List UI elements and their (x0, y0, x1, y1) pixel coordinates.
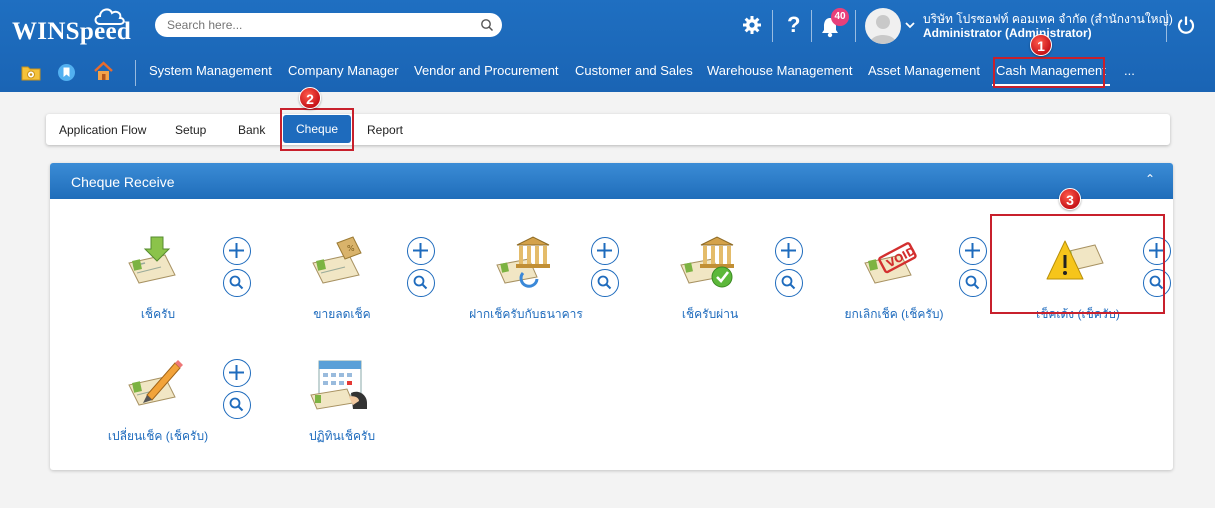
panel-header[interactable]: Cheque Receive ⌃ (50, 163, 1173, 199)
cheque-discount-icon[interactable]: % (309, 233, 369, 289)
plus-icon (229, 243, 244, 258)
cheque-void-icon[interactable]: VOID (861, 233, 921, 289)
magnifier-icon (781, 275, 796, 290)
cheque-calendar-icon[interactable] (309, 355, 369, 411)
magnifier-icon (229, 397, 244, 412)
add-button[interactable] (959, 237, 987, 265)
search-box[interactable] (155, 13, 502, 37)
add-button[interactable] (407, 237, 435, 265)
tab-application-flow[interactable]: Application Flow (59, 123, 146, 137)
menu-item-cheque-receive: เช็ครับ (75, 213, 260, 323)
plus-icon (413, 243, 428, 258)
cheque-change-icon[interactable] (125, 355, 185, 411)
magnifier-icon (229, 275, 244, 290)
folder-icon[interactable] (21, 64, 41, 82)
chevron-down-icon[interactable] (905, 21, 915, 29)
menu-item-label[interactable]: ฝากเช็ครับกับธนาคาร (443, 305, 609, 324)
magnifier-icon (965, 275, 980, 290)
power-icon[interactable] (1176, 15, 1196, 35)
cheque-receive-panel: Cheque Receive ⌃ เช็ครับ % ขายลดเช็ค ฝาก… (50, 163, 1173, 470)
plus-icon (229, 365, 244, 380)
add-button[interactable] (775, 237, 803, 265)
nav-vendor-and-procurement[interactable]: Vendor and Procurement (414, 64, 559, 86)
gear-icon[interactable] (742, 15, 762, 35)
menu-item-cheque-void: VOID ยกเลิกเช็ค (เช็ครับ) (811, 213, 996, 323)
nav-warehouse-management[interactable]: Warehouse Management (707, 64, 853, 86)
annotation-badge-3: 3 (1059, 188, 1081, 210)
user-role: Administrator (Administrator) (923, 26, 1092, 40)
tab-bank[interactable]: Bank (238, 123, 265, 137)
nav-asset-management[interactable]: Asset Management (868, 64, 980, 86)
bookmark-icon[interactable] (57, 63, 76, 82)
search-button[interactable] (407, 269, 435, 297)
add-button[interactable] (223, 359, 251, 387)
magnifier-icon (597, 275, 612, 290)
notification-badge: 40 (831, 8, 849, 26)
collapse-icon[interactable]: ⌃ (1145, 172, 1155, 186)
menu-item-cheque-calendar: ปฏิทินเช็ครับ (259, 335, 444, 445)
panel-title: Cheque Receive (71, 174, 175, 190)
home-icon[interactable] (93, 61, 114, 81)
search-button[interactable] (223, 269, 251, 297)
avatar[interactable] (865, 8, 901, 44)
menu-item-cheque-deposit: ฝากเช็ครับกับธนาคาร (443, 213, 628, 323)
help-icon[interactable]: ? (787, 12, 800, 38)
cheque-pass-icon[interactable] (677, 233, 737, 289)
cheque-receive-icon[interactable] (125, 233, 185, 289)
add-button[interactable] (591, 237, 619, 265)
menu-item-label[interactable]: ยกเลิกเช็ค (เช็ครับ) (811, 305, 977, 324)
menu-item-label[interactable]: เปลี่ยนเช็ค (เช็ครับ) (75, 427, 241, 446)
menu-item-label[interactable]: เช็ครับ (75, 305, 241, 324)
annotation-badge-2: 2 (299, 87, 321, 109)
search-icon[interactable] (480, 18, 494, 32)
tab-setup[interactable]: Setup (175, 123, 206, 137)
annotation-box-3 (990, 214, 1165, 314)
search-input[interactable] (167, 18, 467, 32)
menu-item-cheque-change: เปลี่ยนเช็ค (เช็ครับ) (75, 335, 260, 445)
menu-item-cheque-pass: เช็ครับผ่าน (627, 213, 812, 323)
plus-icon (965, 243, 980, 258)
sub-tab-bar: Application Flow Setup Bank Cheque Repor… (46, 114, 1170, 145)
search-button[interactable] (591, 269, 619, 297)
annotation-box-1 (993, 57, 1105, 88)
search-button[interactable] (775, 269, 803, 297)
search-button[interactable] (959, 269, 987, 297)
add-button[interactable] (223, 237, 251, 265)
annotation-badge-1: 1 (1030, 34, 1052, 56)
menu-item-cheque-discount: % ขายลดเช็ค (259, 213, 444, 323)
magnifier-icon (413, 275, 428, 290)
menu-item-label[interactable]: ขายลดเช็ค (259, 305, 425, 324)
menu-item-label[interactable]: ปฏิทินเช็ครับ (259, 427, 425, 446)
tab-report[interactable]: Report (367, 123, 403, 137)
nav-more[interactable]: ... (1124, 64, 1135, 86)
cloud-logo-icon (94, 8, 125, 25)
cheque-deposit-icon[interactable] (493, 233, 553, 289)
nav-company-manager[interactable]: Company Manager (288, 64, 399, 86)
search-button[interactable] (223, 391, 251, 419)
annotation-box-2 (280, 108, 354, 151)
nav-system-management[interactable]: System Management (149, 64, 272, 86)
nav-customer-and-sales[interactable]: Customer and Sales (575, 64, 693, 86)
menu-item-label[interactable]: เช็ครับผ่าน (627, 305, 793, 324)
plus-icon (597, 243, 612, 258)
plus-icon (781, 243, 796, 258)
svg-text:%: % (347, 244, 355, 253)
